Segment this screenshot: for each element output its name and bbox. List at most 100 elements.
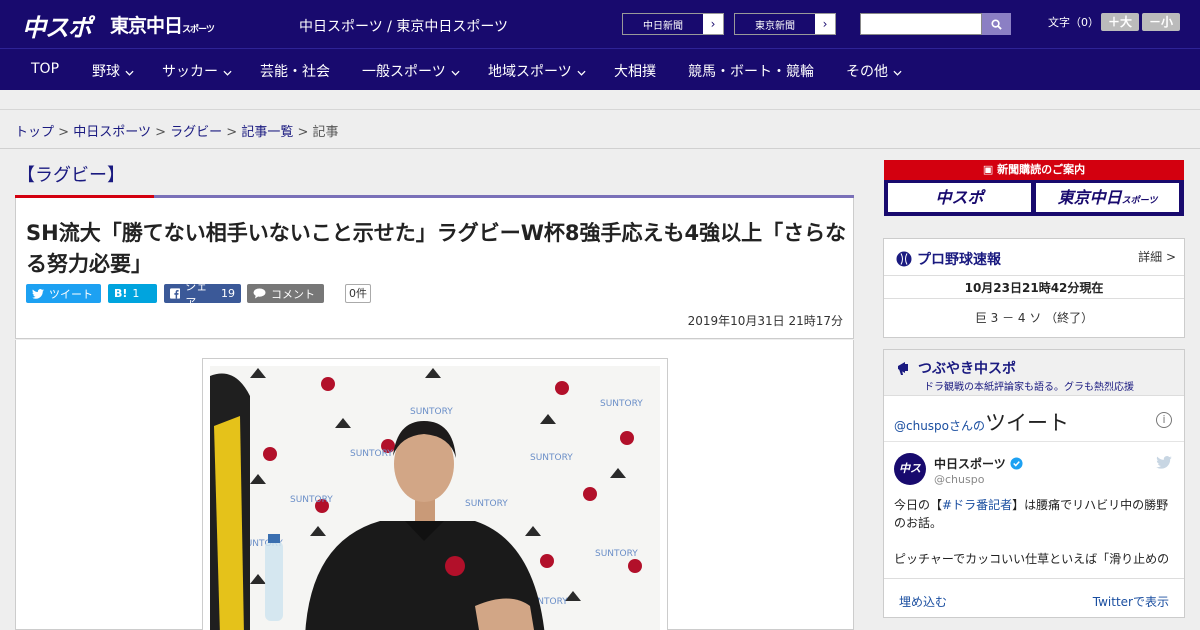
main-nav: TOP 野球 サッカー 芸能・社会 一般スポーツ 地域スポーツ 大相撲 競馬・ボ… [0, 48, 1200, 90]
chunichi-link-label: 中日新聞 [643, 20, 683, 32]
svg-text:SUNTORY: SUNTORY [350, 449, 393, 459]
tweets-title: つぶやき中スポ [896, 358, 1016, 378]
megaphone-icon [898, 362, 908, 375]
hatena-icon: B! [114, 287, 128, 300]
font-larger-button[interactable]: ＋大 [1101, 13, 1139, 31]
nav-item-top[interactable]: TOP [31, 61, 59, 77]
twitter-widget-footer: 埋め込む Twitterで表示 [884, 578, 1184, 618]
facebook-share-button[interactable]: シェア 19 [164, 280, 241, 309]
promo-chuspo-button[interactable]: 中スポ [888, 183, 1031, 212]
nav-label: 一般スポーツ [362, 64, 446, 80]
nav-label: サッカー [162, 64, 218, 80]
hatena-count: 1 [132, 287, 140, 300]
facebook-icon [170, 288, 181, 299]
tweet-author[interactable]: 中日スポーツ [934, 455, 1023, 472]
speech-bubble-icon [253, 288, 266, 299]
search-button[interactable] [982, 13, 1011, 35]
baseball-detail-link[interactable]: 詳細 > [1138, 248, 1176, 265]
tweets-handle-link[interactable]: @chuspo [894, 419, 949, 433]
article-category[interactable]: 【ラグビー】 [17, 161, 125, 187]
publish-date: 2019年10月31日 21時17分 [687, 314, 843, 328]
breadcrumb-link-chunichi-sports[interactable]: 中日スポーツ [73, 125, 151, 140]
breadcrumb-sep: > [226, 125, 238, 140]
search-icon [991, 18, 1002, 30]
twitter-bird-icon[interactable] [1156, 454, 1172, 473]
baseball-title-text: プロ野球速報 [917, 252, 1001, 268]
tweets-big-label: ツイート [985, 411, 1070, 435]
nav-label: 芸能・社会 [260, 64, 330, 80]
breadcrumb-link-article-list[interactable]: 記事一覧 [241, 125, 293, 140]
tweets-title-text: つぶやき中スポ [918, 361, 1016, 377]
breadcrumb-sep: > [297, 125, 309, 140]
share-count: 19 [221, 287, 235, 300]
verified-badge-icon [1010, 457, 1023, 470]
article-body: SUNTORY SUNTORY SUNTORY SUNTORY SUNTORY SUNTO… [15, 340, 854, 630]
view-on-twitter-link[interactable]: Twitterで表示 [1093, 593, 1169, 610]
twitter-widget-header: つぶやき中スポ ドラ観戦の本紙評論家も語る。グラも熱烈応援 [884, 350, 1184, 396]
chuspo-logo[interactable]: 中スポ [22, 8, 92, 43]
font-size-label: 文字（0） [1048, 16, 1099, 29]
tweet-handle[interactable]: @chuspo [934, 473, 984, 486]
hatena-bookmark-button[interactable]: B! 1 [108, 284, 157, 303]
embed-link[interactable]: 埋め込む [899, 593, 947, 610]
nav-item-local-sports[interactable]: 地域スポーツ [488, 61, 586, 81]
breadcrumb-link-top[interactable]: トップ [15, 125, 54, 140]
tweet-label: ツイート [49, 287, 93, 301]
breadcrumb-sep: > [58, 125, 70, 140]
nav-item-sumo[interactable]: 大相撲 [614, 61, 656, 81]
baseball-score[interactable]: 巨 3 － 4 ソ （終了） [884, 309, 1184, 326]
nav-label: 競馬・ボート・競輪 [688, 64, 814, 80]
tweet-text-1: 今日の【 [894, 498, 943, 512]
svg-text:SUNTORY: SUNTORY [465, 499, 508, 509]
nav-item-other[interactable]: その他 [846, 61, 902, 81]
info-icon[interactable]: i [1156, 412, 1172, 428]
breadcrumb-bar: トップ > 中日スポーツ > ラグビー > 記事一覧 > 記事 [0, 111, 1200, 149]
svg-text:SUNTORY: SUNTORY [410, 407, 453, 417]
twitter-bird-icon [32, 288, 44, 299]
tokyo-logo-small: スポーツ [182, 25, 215, 35]
nav-item-baseball[interactable]: 野球 [92, 61, 134, 81]
tweets-by-header: @chuspoさんのツイート [894, 407, 1069, 437]
font-smaller-button[interactable]: －小 [1142, 13, 1180, 31]
article-header: SH流大「勝てない相手いないこと示せた」ラグビーW杯8強手応えも4強以上「さらな… [15, 198, 854, 339]
nav-label: その他 [846, 64, 888, 80]
nav-item-soccer[interactable]: サッカー [162, 61, 232, 81]
avatar[interactable]: 中スポ [894, 453, 926, 507]
newspaper-icon: ▣ [982, 163, 998, 176]
tokyo-chunichi-logo[interactable]: 東京中日スポーツ [110, 11, 215, 38]
hashtag-link[interactable]: #ドラ番記者 [942, 498, 1012, 512]
tokyo-logo-text: 東京中日 [110, 15, 183, 37]
header-sites-text: 中日スポーツ / 東京中日スポーツ [299, 19, 509, 35]
chunichi-shimbun-link[interactable]: 中日新聞 › [622, 13, 724, 35]
tweet-button[interactable]: ツイート [26, 284, 101, 303]
chevron-down-icon [125, 70, 134, 76]
article-photo-frame: SUNTORY SUNTORY SUNTORY SUNTORY SUNTORY SUNTO… [202, 358, 668, 630]
svg-text:SUNTORY: SUNTORY [595, 549, 638, 559]
site-header: 中スポ 東京中日スポーツ 中日スポーツ / 東京中日スポーツ 中日新聞 › 東京… [0, 0, 1200, 48]
baseball-icon [896, 251, 912, 267]
chevron-down-icon [893, 70, 902, 76]
breadcrumb-link-rugby[interactable]: ラグビー [170, 125, 222, 140]
share-label: シェア [185, 279, 208, 309]
tweet-text: 今日の【#ドラ番記者】は腰痛でリハビリ中の勝野のお話。 ピッチャーでカッコいい仕… [894, 496, 1174, 568]
promo-tokyo-button[interactable]: 東京中日スポーツ [1036, 183, 1179, 212]
subscription-promo[interactable]: ▣ 新聞購読のご案内 中スポ 東京中日スポーツ [884, 160, 1184, 216]
pro-baseball-widget: プロ野球速報 詳細 > 10月23日21時42分現在 巨 3 － 4 ソ （終了… [883, 238, 1185, 338]
divider [884, 441, 1184, 442]
nav-label: 大相撲 [614, 64, 656, 80]
comment-button[interactable]: コメント [247, 284, 324, 303]
baseball-timestamp: 10月23日21時42分現在 [884, 275, 1184, 299]
nav-item-racing[interactable]: 競馬・ボート・競輪 [688, 61, 814, 81]
article-photo[interactable]: SUNTORY SUNTORY SUNTORY SUNTORY SUNTORY SUNTO… [210, 366, 660, 630]
promo-title-text: 新聞購読のご案内 [997, 163, 1086, 176]
tokyo-shimbun-link[interactable]: 東京新聞 › [734, 13, 836, 35]
press-conference-photo: SUNTORY SUNTORY SUNTORY SUNTORY SUNTORY SUNTO… [210, 366, 660, 630]
chevron-down-icon [577, 70, 586, 76]
nav-item-general-sports[interactable]: 一般スポーツ [362, 61, 460, 81]
search-input[interactable] [860, 13, 982, 35]
baseball-title: プロ野球速報 [896, 249, 1001, 269]
nav-item-entertainment[interactable]: 芸能・社会 [260, 61, 330, 81]
nav-label: 野球 [92, 64, 120, 80]
twitter-logo-icon [1156, 456, 1172, 469]
svg-text:SUNTORY: SUNTORY [290, 495, 333, 505]
